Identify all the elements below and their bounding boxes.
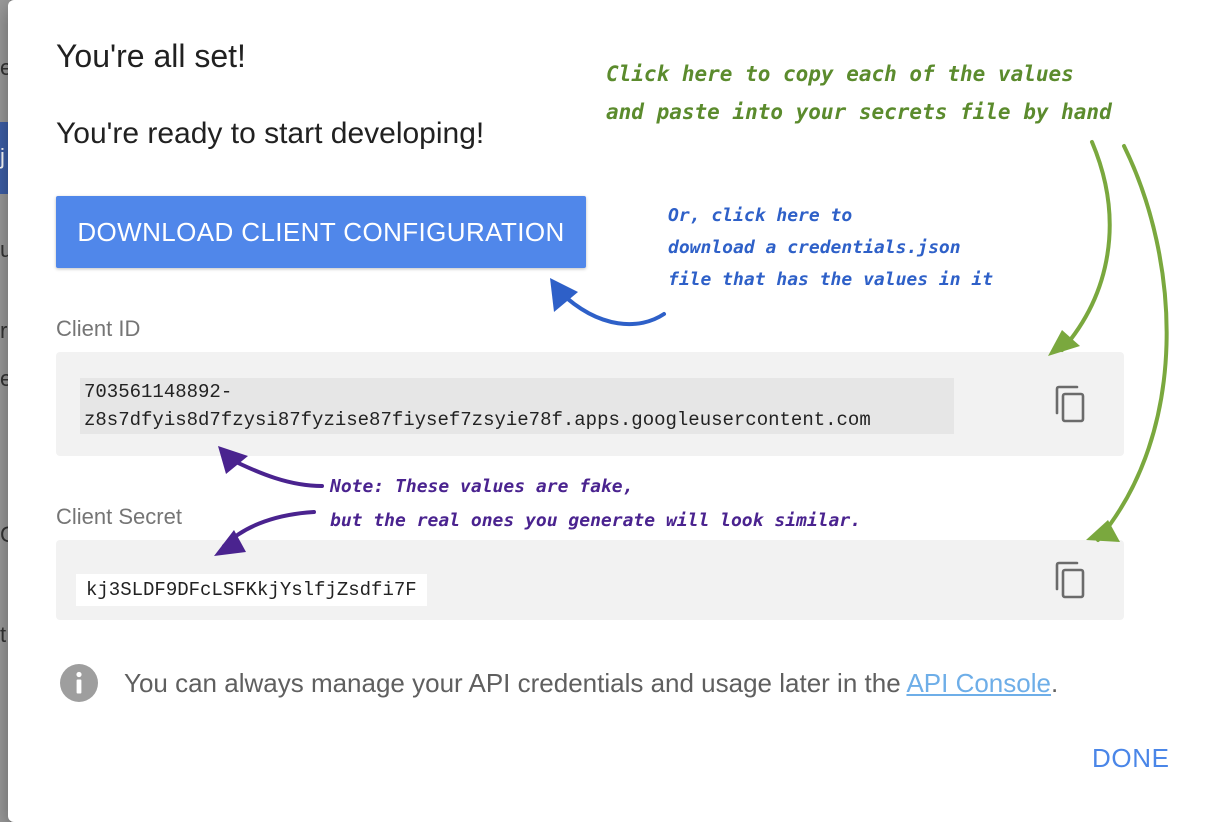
annotation-download-file: Or, click here to download a credentials…: [668, 200, 993, 296]
client-id-line-2: z8s7dfyis8d7fzysi87fyzise87fiysef7zsyie7…: [84, 409, 871, 431]
annotation-fake-values-line-1: Note: These values are fake,: [330, 476, 634, 497]
download-client-configuration-button[interactable]: DOWNLOAD CLIENT CONFIGURATION: [56, 196, 586, 268]
annotation-download-file-line-2: download a credentials.json: [668, 237, 961, 258]
client-secret-label: Client Secret: [56, 504, 182, 529]
info-text: You can always manage your API credentia…: [124, 668, 1058, 699]
background-text-fragment: j: [0, 144, 5, 169]
background-text-fragment: r: [0, 318, 8, 343]
info-text-after: .: [1050, 667, 1059, 698]
info-message: You can always manage your API credentia…: [60, 660, 1058, 706]
dialog-subtitle: You're ready to start developing!: [56, 117, 485, 150]
info-icon: [60, 664, 98, 702]
annotation-fake-values-line-2: but the real ones you generate will look…: [330, 510, 862, 531]
annotation-copy-values-line-2: and paste into your secrets file by hand: [606, 100, 1112, 124]
client-secret-field: kj3SLDF9DFcLSFKkjYslfjZsdfi7F: [56, 540, 1124, 620]
annotation-copy-values-line-1: Click here to copy each of the values: [606, 62, 1074, 86]
annotation-download-file-line-3: file that has the values in it: [668, 269, 994, 290]
client-id-label: Client ID: [56, 316, 141, 341]
client-id-line-1: 703561148892-: [84, 381, 233, 403]
client-secret-value: kj3SLDF9DFcLSFKkjYslfjZsdfi7F: [76, 574, 427, 606]
client-id-value: 703561148892- z8s7dfyis8d7fzysi87fyzise8…: [80, 378, 954, 434]
dialog-title: You're all set!: [56, 38, 246, 74]
copy-icon: [1055, 385, 1085, 423]
done-button[interactable]: DONE: [1086, 742, 1176, 775]
copy-client-secret-button[interactable]: [1050, 560, 1090, 600]
api-console-link[interactable]: API Console: [906, 668, 1051, 698]
info-text-before: You can always manage your API credentia…: [124, 667, 907, 698]
copy-client-id-button[interactable]: [1050, 384, 1090, 424]
background-text-fragment: t: [0, 622, 7, 647]
client-id-field: 703561148892- z8s7dfyis8d7fzysi87fyzise8…: [56, 352, 1124, 456]
annotation-copy-values: Click here to copy each of the values an…: [606, 55, 1112, 131]
annotation-fake-values-note: Note: These values are fake, but the rea…: [330, 470, 861, 538]
annotation-download-file-line-1: Or, click here to: [668, 205, 853, 226]
copy-icon: [1055, 561, 1085, 599]
